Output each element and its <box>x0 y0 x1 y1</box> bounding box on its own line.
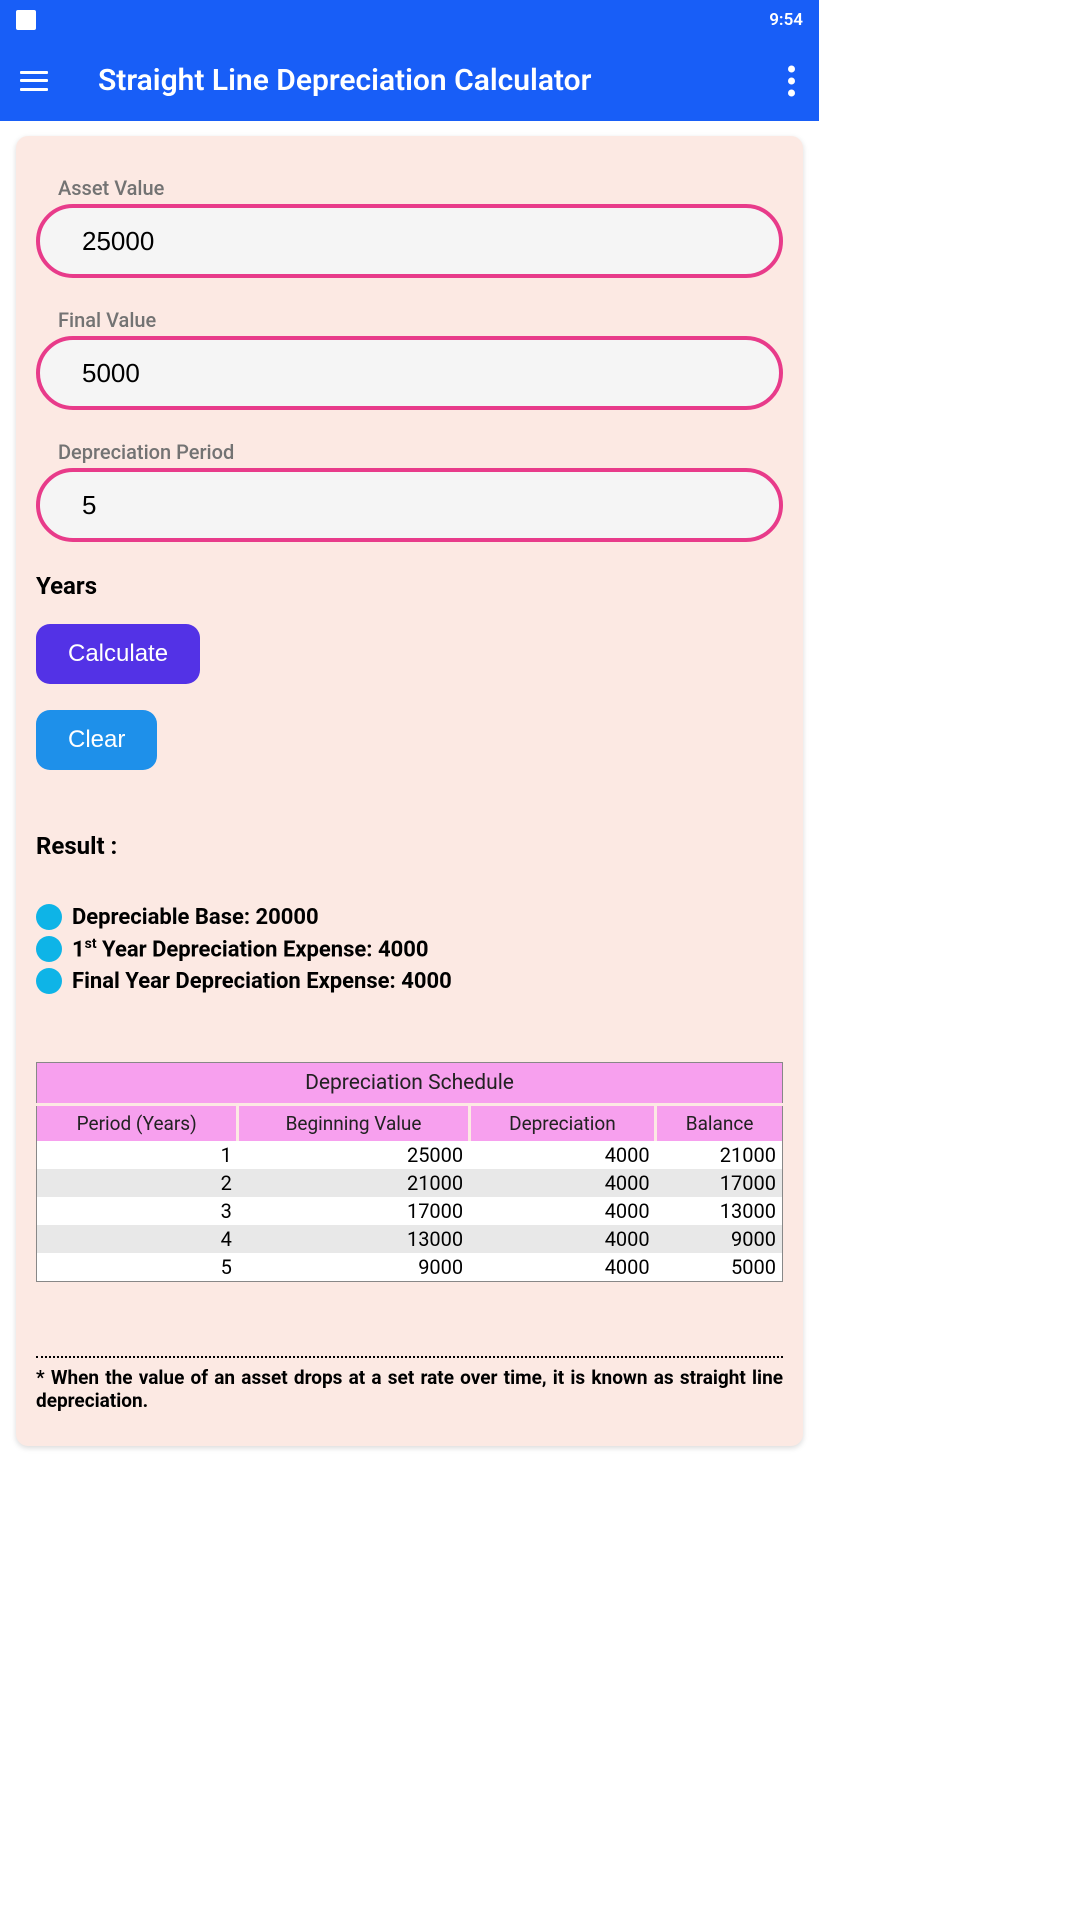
more-icon[interactable] <box>788 65 795 96</box>
content-area: Asset Value Final Value Depreciation Per… <box>0 121 819 1461</box>
image-icon <box>16 10 36 30</box>
final-value-label: Final Value <box>58 308 783 332</box>
cell-depreciation: 4000 <box>469 1169 656 1197</box>
period-input[interactable] <box>36 468 783 542</box>
page-title: Straight Line Depreciation Calculator <box>98 63 591 98</box>
table-row: 5900040005000 <box>37 1253 783 1282</box>
cell-depreciation: 4000 <box>469 1225 656 1253</box>
result-base: Depreciable Base: 20000 <box>36 904 783 930</box>
col-balance: Balance <box>656 1105 783 1142</box>
cell-beginning: 17000 <box>238 1197 469 1225</box>
bullet-icon <box>36 936 62 962</box>
status-time: 9:54 <box>769 10 803 30</box>
cell-depreciation: 4000 <box>469 1141 656 1169</box>
calculator-card: Asset Value Final Value Depreciation Per… <box>16 136 803 1446</box>
cell-period: 2 <box>37 1169 238 1197</box>
cell-beginning: 9000 <box>238 1253 469 1282</box>
period-label: Depreciation Period <box>58 440 783 464</box>
asset-value-group: Asset Value <box>36 176 783 278</box>
cell-depreciation: 4000 <box>469 1197 656 1225</box>
asset-value-label: Asset Value <box>58 176 783 200</box>
result-first-year: 1st Year Depreciation Expense: 4000 <box>36 936 783 962</box>
table-row: 125000400021000 <box>37 1141 783 1169</box>
status-bar: 9:54 <box>0 0 819 40</box>
final-value-group: Final Value <box>36 308 783 410</box>
cell-beginning: 25000 <box>238 1141 469 1169</box>
table-row: 221000400017000 <box>37 1169 783 1197</box>
depreciation-schedule-table: Depreciation Schedule Period (Years) Beg… <box>36 1062 783 1282</box>
table-row: 41300040009000 <box>37 1225 783 1253</box>
calculate-button[interactable]: Calculate <box>36 624 200 684</box>
asset-value-input[interactable] <box>36 204 783 278</box>
cell-balance: 9000 <box>656 1225 783 1253</box>
cell-balance: 21000 <box>656 1141 783 1169</box>
years-label: Years <box>36 572 783 600</box>
note-text: * When the value of an asset drops at a … <box>36 1366 783 1412</box>
result-final-text: Final Year Depreciation Expense: 4000 <box>72 969 452 994</box>
bullet-icon <box>36 968 62 994</box>
divider <box>36 1356 783 1358</box>
cell-beginning: 21000 <box>238 1169 469 1197</box>
col-period: Period (Years) <box>37 1105 238 1142</box>
cell-period: 3 <box>37 1197 238 1225</box>
app-bar: Straight Line Depreciation Calculator <box>0 40 819 121</box>
result-first-text: 1st Year Depreciation Expense: 4000 <box>72 936 428 962</box>
cell-balance: 17000 <box>656 1169 783 1197</box>
hamburger-icon[interactable] <box>20 71 48 91</box>
cell-depreciation: 4000 <box>469 1253 656 1282</box>
col-beginning: Beginning Value <box>238 1105 469 1142</box>
table-row: 317000400013000 <box>37 1197 783 1225</box>
result-base-text: Depreciable Base: 20000 <box>72 905 319 930</box>
cell-balance: 13000 <box>656 1197 783 1225</box>
result-heading: Result : <box>36 832 783 860</box>
period-group: Depreciation Period <box>36 440 783 542</box>
result-final-year: Final Year Depreciation Expense: 4000 <box>36 968 783 994</box>
final-value-input[interactable] <box>36 336 783 410</box>
cell-balance: 5000 <box>656 1253 783 1282</box>
cell-beginning: 13000 <box>238 1225 469 1253</box>
cell-period: 4 <box>37 1225 238 1253</box>
cell-period: 1 <box>37 1141 238 1169</box>
bullet-icon <box>36 904 62 930</box>
clear-button[interactable]: Clear <box>36 710 157 770</box>
cell-period: 5 <box>37 1253 238 1282</box>
col-depreciation: Depreciation <box>469 1105 656 1142</box>
schedule-title: Depreciation Schedule <box>37 1063 783 1105</box>
